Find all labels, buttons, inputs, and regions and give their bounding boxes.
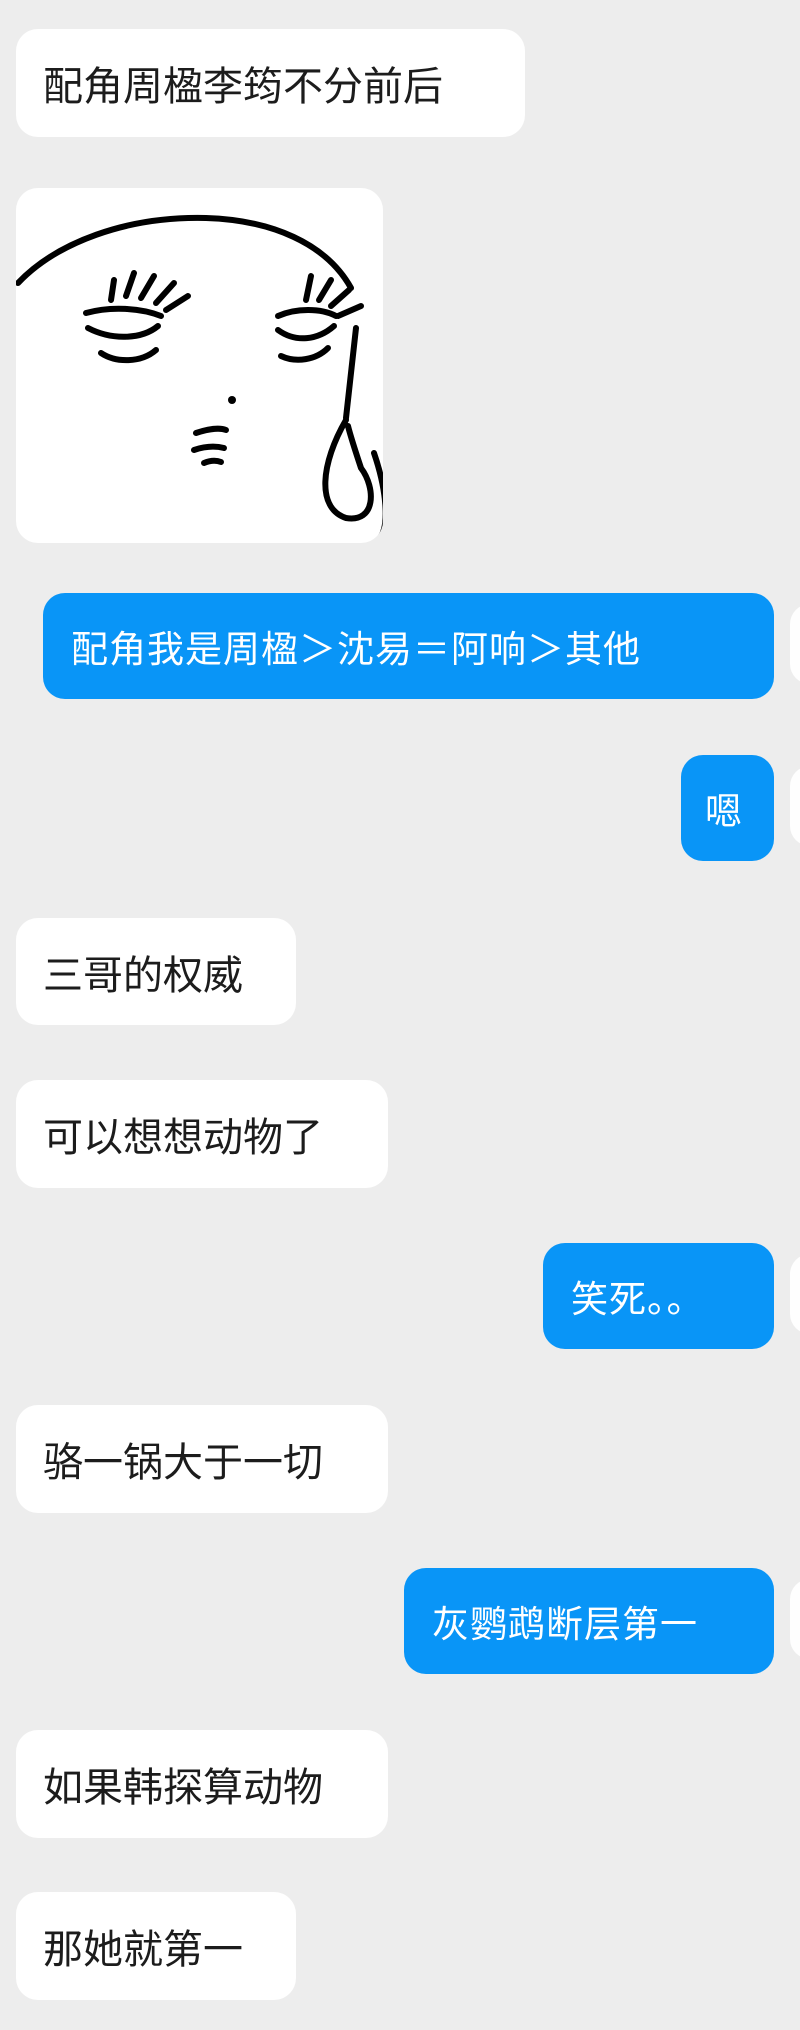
avatar-edge bbox=[790, 1254, 800, 1334]
message-bubble-outgoing[interactable]: 灰鹦鹉断层第一 bbox=[404, 1568, 774, 1674]
message-bubble-outgoing[interactable]: 配角我是周楹＞沈易＝阿响＞其他 bbox=[43, 593, 774, 699]
message-text: 骆一锅大于一切 bbox=[43, 1440, 323, 1486]
message-bubble-incoming[interactable]: 可以想想动物了 bbox=[16, 1080, 388, 1188]
sticker-message[interactable] bbox=[16, 188, 383, 543]
message-text: 灰鹦鹉断层第一 bbox=[432, 1603, 698, 1646]
avatar-edge bbox=[790, 766, 800, 846]
message-text: 如果韩探算动物 bbox=[43, 1765, 323, 1811]
message-text: 配角周楹李筠不分前后 bbox=[43, 64, 443, 110]
message-bubble-outgoing[interactable]: 笑死。。 bbox=[543, 1243, 774, 1349]
nose-dot bbox=[228, 396, 236, 404]
avatar-edge bbox=[790, 1579, 800, 1659]
crying-face-sticker-icon bbox=[16, 214, 383, 543]
message-text: 可以想想动物了 bbox=[43, 1115, 323, 1161]
message-bubble-incoming[interactable]: 骆一锅大于一切 bbox=[16, 1405, 388, 1513]
message-text: 配角我是周楹＞沈易＝阿响＞其他 bbox=[71, 628, 641, 671]
message-bubble-incoming[interactable]: 三哥的权威 bbox=[16, 918, 296, 1025]
message-text: 笑死。。 bbox=[571, 1278, 705, 1321]
message-text: 嗯 bbox=[705, 790, 743, 833]
avatar-edge bbox=[790, 604, 800, 684]
message-bubble-incoming[interactable]: 如果韩探算动物 bbox=[16, 1730, 388, 1838]
message-bubble-incoming[interactable]: 那她就第一 bbox=[16, 1892, 296, 2000]
message-text: 三哥的权威 bbox=[43, 952, 243, 999]
message-bubble-outgoing[interactable]: 嗯 bbox=[681, 755, 774, 861]
message-text: 那她就第一 bbox=[43, 1927, 243, 1973]
message-bubble-incoming[interactable]: 配角周楹李筠不分前后 bbox=[16, 29, 525, 137]
